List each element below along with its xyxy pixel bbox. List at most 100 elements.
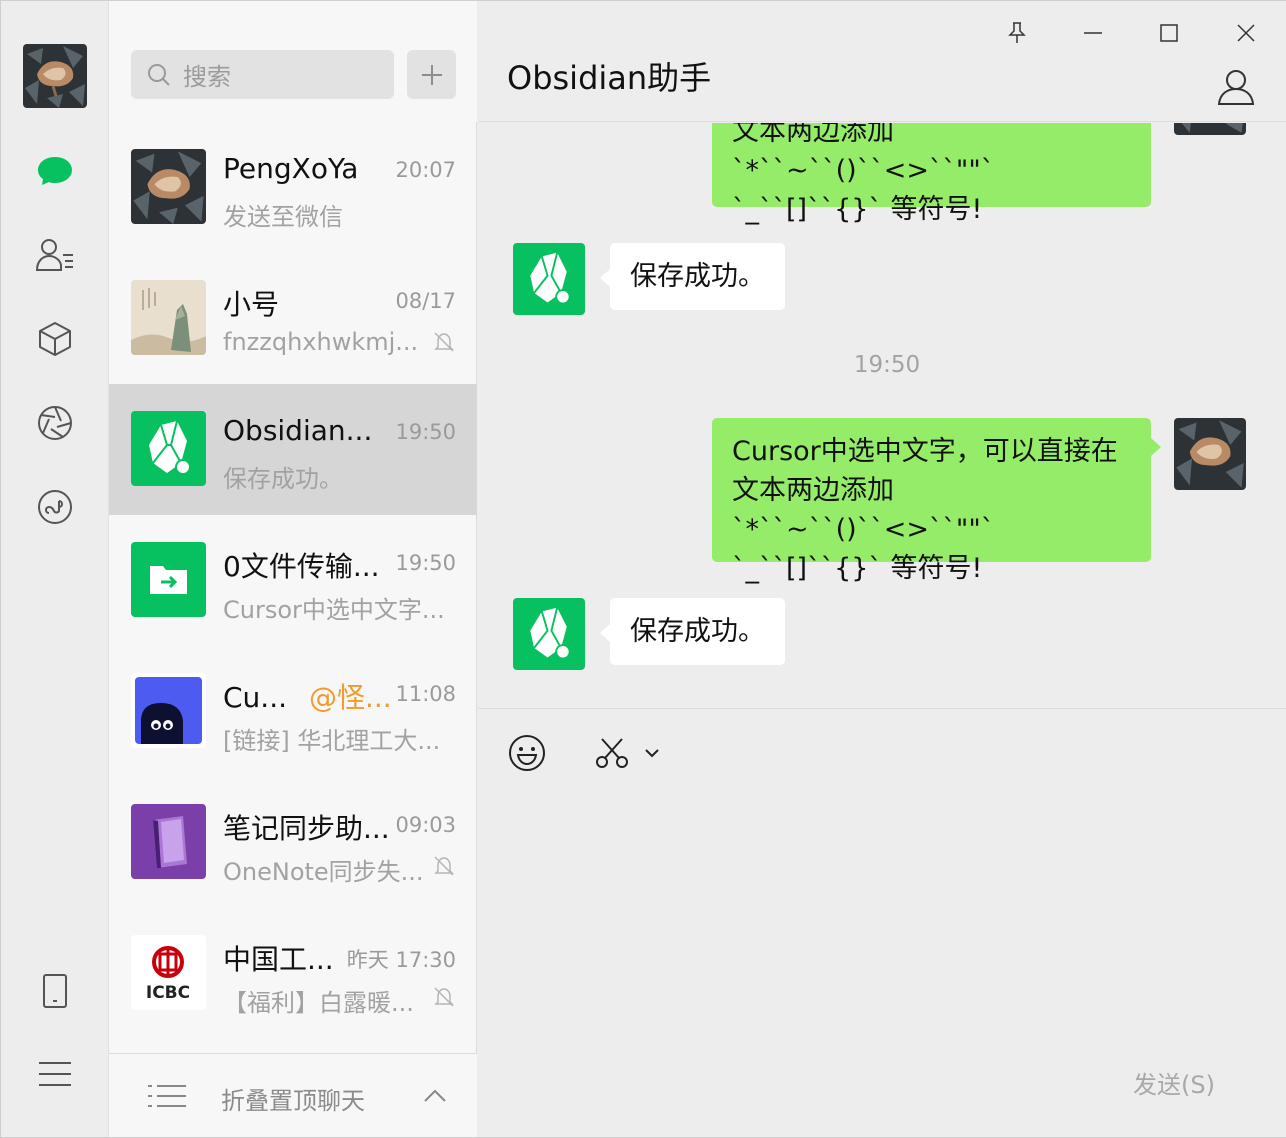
- obsidian-bot-avatar[interactable]: [513, 598, 585, 670]
- chat-title: Obsidian助手: [507, 59, 712, 97]
- cube-icon: [39, 322, 71, 356]
- self-avatar[interactable]: [1174, 418, 1246, 490]
- scissors-icon: [596, 738, 628, 768]
- chat-info-button[interactable]: [1216, 67, 1256, 107]
- obsidian-avatar: [131, 411, 206, 486]
- send-button[interactable]: 发送(S): [1133, 1065, 1215, 1100]
- moments-nav-button[interactable]: [31, 399, 79, 447]
- conversation-preview: 【福利】白露暖...: [223, 989, 414, 1017]
- chevron-down-icon[interactable]: [644, 748, 660, 758]
- emoji-button[interactable]: [508, 733, 546, 773]
- list-icon: [148, 1085, 186, 1107]
- conversation-time: 08/17: [395, 289, 456, 313]
- bubble-tail: [600, 269, 610, 287]
- mute-bell-icon: [433, 986, 455, 1012]
- received-message[interactable]: 保存成功。: [610, 598, 785, 665]
- file-transfer-avatar: [131, 542, 206, 617]
- search-placeholder: 搜索: [183, 63, 231, 91]
- smiley-icon: [509, 735, 545, 771]
- conversation-item[interactable]: ICBC 中国工... 昨天 17:30 【福利】白露暖...: [109, 908, 477, 1039]
- chats-nav-button[interactable]: [31, 147, 79, 195]
- wechat-window: 搜索 PengXoYa 20:07 发送至微信 小号 08/17 fnzzqhx…: [0, 0, 1286, 1138]
- hamburger-menu-icon: [39, 1062, 71, 1086]
- time-divider: 19:50: [853, 352, 921, 378]
- nav-rail: [1, 1, 109, 1137]
- conversation-avatar: [131, 149, 206, 224]
- maximize-icon: [1160, 24, 1178, 42]
- mini-programs-nav-button[interactable]: [31, 483, 79, 531]
- conversation-name: Obsidian...: [223, 414, 373, 447]
- conversation-time: 昨天 17:30: [346, 948, 456, 972]
- conversation-time: 11:08: [395, 682, 456, 706]
- bubble-tail: [1151, 438, 1161, 456]
- conversation-preview: 保存成功。: [223, 465, 343, 493]
- conversation-item[interactable]: 小号 08/17 fnzzqhxhwkmj...: [109, 253, 477, 384]
- conversation-name: PengXoYa: [223, 152, 359, 185]
- search-input[interactable]: 搜索: [131, 50, 394, 99]
- conversation-preview: fnzzqhxhwkmj...: [223, 328, 419, 356]
- icbc-avatar: ICBC: [131, 935, 206, 1010]
- pin-window-button[interactable]: [999, 15, 1035, 51]
- start-group-chat-button[interactable]: [407, 50, 456, 99]
- chat-panel: Obsidian助手 文本两边添加`*``~``()``<>``""` `_``…: [478, 1, 1286, 1137]
- conversation-preview: Cursor中选中文字...: [223, 596, 445, 624]
- sent-message-partial[interactable]: 文本两边添加`*``~``()``<>``""` `_``[]``{}` 等符号…: [712, 123, 1151, 225]
- conversation-item[interactable]: Cu... @怪... 11:08 [链接] 华北理工大...: [109, 646, 477, 777]
- conversation-avatar: [131, 280, 206, 355]
- search-bar: 搜索: [109, 1, 477, 122]
- conversation-time: 19:50: [395, 551, 456, 575]
- phone-nav-button[interactable]: [31, 967, 79, 1015]
- icbc-logo-text: ICBC: [146, 983, 190, 1003]
- bubble-tail: [600, 624, 610, 642]
- conversation-list: 搜索 PengXoYa 20:07 发送至微信 小号 08/17 fnzzqhx…: [109, 1, 477, 1137]
- mention-badge: @怪...: [309, 681, 392, 714]
- phone-icon: [43, 974, 67, 1008]
- menu-nav-button[interactable]: [31, 1050, 79, 1098]
- minimize-icon: [1084, 32, 1102, 34]
- conversation-item-active[interactable]: Obsidian... 19:50 保存成功。: [109, 384, 477, 515]
- person-icon: [1217, 70, 1255, 105]
- conversation-preview: 发送至微信: [223, 203, 343, 231]
- conversation-item[interactable]: 0文件传输... 19:50 Cursor中选中文字...: [109, 515, 477, 646]
- plus-icon: [421, 64, 442, 85]
- conversation-time: 09:03: [395, 813, 456, 837]
- minimize-button[interactable]: [1075, 15, 1111, 51]
- conversation-time: 19:50: [395, 420, 456, 444]
- favorites-nav-button[interactable]: [31, 315, 79, 363]
- conversation-name: 笔记同步助...: [223, 812, 390, 845]
- pin-icon: [1008, 22, 1026, 43]
- user-avatar[interactable]: [23, 44, 87, 108]
- conversation-preview: OneNote同步失...: [223, 858, 424, 886]
- screenshot-button[interactable]: [594, 733, 660, 773]
- chat-bubble-icon: [38, 157, 72, 185]
- contacts-icon: [35, 239, 73, 271]
- conversation-avatar: [131, 804, 206, 879]
- mini-program-icon: [38, 490, 72, 524]
- search-icon: [148, 63, 170, 86]
- self-avatar[interactable]: [1174, 123, 1246, 135]
- close-icon: [1237, 24, 1255, 42]
- conversation-item[interactable]: PengXoYa 20:07 发送至微信: [109, 122, 477, 253]
- chat-header: Obsidian助手: [478, 1, 1286, 122]
- message-composer[interactable]: 发送(S): [478, 708, 1286, 1137]
- received-message[interactable]: 保存成功。: [610, 243, 785, 310]
- conversation-avatar: [131, 673, 206, 748]
- mute-bell-icon: [433, 331, 455, 357]
- fold-label: 折叠置顶聊天: [221, 1087, 365, 1115]
- close-button[interactable]: [1228, 15, 1264, 51]
- chevron-up-icon: [424, 1089, 446, 1102]
- aperture-icon: [38, 406, 72, 440]
- contacts-nav-button[interactable]: [31, 231, 79, 279]
- message-list: 文本两边添加`*``~``()``<>``""` `_``[]``{}` 等符号…: [478, 123, 1286, 708]
- obsidian-bot-avatar[interactable]: [513, 243, 585, 315]
- conversation-name: 中国工...: [223, 943, 334, 976]
- fold-pinned-chats-bar[interactable]: 折叠置顶聊天: [109, 1053, 477, 1137]
- maximize-button[interactable]: [1151, 15, 1187, 51]
- conversation-time: 20:07: [395, 158, 456, 182]
- conversation-name: 0文件传输...: [223, 550, 380, 583]
- conversation-name: 小号: [223, 288, 280, 321]
- conversation-name: Cu... @怪...: [223, 681, 392, 714]
- sent-message[interactable]: Cursor中选中文字，可以直接在 文本两边添加`*``~``()``<>``"…: [712, 418, 1151, 584]
- conversation-item[interactable]: 笔记同步助... 09:03 OneNote同步失...: [109, 777, 477, 908]
- conversation-preview: [链接] 华北理工大...: [223, 727, 441, 755]
